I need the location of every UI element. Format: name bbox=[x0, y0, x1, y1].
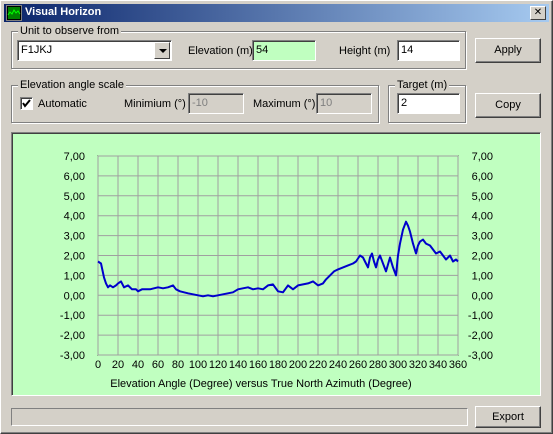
y-tick-label: -1,00 bbox=[60, 310, 85, 322]
x-tick-label: 80 bbox=[172, 359, 184, 371]
x-tick-label: 0 bbox=[95, 359, 101, 371]
horizon-chart-panel: 7,00 6,00 5,00 4,00 3,00 2,00 1,00 0,00 -1,00 -2,… bbox=[11, 132, 541, 396]
x-tick-label: 260 bbox=[349, 359, 367, 371]
close-button[interactable]: ✕ bbox=[530, 6, 546, 20]
y-tick-label: -2,00 bbox=[468, 330, 493, 342]
x-tick-label: 140 bbox=[229, 359, 247, 371]
maximum-field[interactable]: 10 bbox=[316, 93, 372, 114]
y-tick-label: 7,00 bbox=[472, 151, 493, 163]
x-tick-label: 100 bbox=[189, 359, 207, 371]
y-tick-label: 2,00 bbox=[64, 251, 85, 263]
elevation-label: Elevation (m) bbox=[188, 45, 253, 57]
horizon-chart: 7,00 6,00 5,00 4,00 3,00 2,00 1,00 0,00 -1,00 -2,… bbox=[60, 151, 493, 390]
y-tick-label: 0,00 bbox=[472, 290, 493, 302]
x-tick-label: 360 bbox=[449, 359, 467, 371]
x-tick-label: 120 bbox=[209, 359, 227, 371]
x-tick-label: 300 bbox=[389, 359, 407, 371]
x-tick-label: 180 bbox=[269, 359, 287, 371]
unit-select[interactable]: F1JKJ bbox=[17, 40, 172, 61]
x-tick-label: 220 bbox=[309, 359, 327, 371]
unit-select-value: F1JKJ bbox=[21, 44, 53, 56]
y-tick-label: 1,00 bbox=[64, 270, 85, 282]
target-field[interactable]: 2 bbox=[397, 93, 460, 114]
title-bar[interactable]: Visual Horizon ✕ bbox=[4, 4, 549, 22]
x-tick-label: 160 bbox=[249, 359, 267, 371]
automatic-checkbox[interactable] bbox=[20, 97, 33, 110]
checkmark-icon bbox=[22, 99, 31, 108]
visual-horizon-window: Visual Horizon ✕ Unit to observe from F1… bbox=[0, 0, 553, 434]
y-tick-label: 5,00 bbox=[64, 191, 85, 203]
y-tick-label: 1,00 bbox=[472, 270, 493, 282]
chart-grid bbox=[97, 155, 459, 356]
y-tick-label: 0,00 bbox=[64, 290, 85, 302]
x-tick-label: 60 bbox=[152, 359, 164, 371]
y-tick-label: 6,00 bbox=[64, 171, 85, 183]
observe-group-legend: Unit to observe from bbox=[18, 24, 122, 38]
minimum-label: Minimium (°) bbox=[124, 98, 186, 110]
x-tick-label: 280 bbox=[369, 359, 387, 371]
apply-button[interactable]: Apply bbox=[475, 38, 541, 63]
automatic-label: Automatic bbox=[38, 98, 87, 110]
window-title: Visual Horizon bbox=[25, 6, 102, 18]
chevron-down-icon[interactable] bbox=[154, 42, 170, 59]
y-tick-label: 6,00 bbox=[472, 171, 493, 183]
x-tick-label: 40 bbox=[132, 359, 144, 371]
y-tick-label: -3,00 bbox=[60, 350, 85, 362]
y-tick-label: -1,00 bbox=[468, 310, 493, 322]
y-axis-right: 7,00 6,00 5,00 4,00 3,00 2,00 1,00 0,00 -1,00 -2,… bbox=[468, 151, 493, 362]
copy-button[interactable]: Copy bbox=[475, 93, 541, 118]
y-tick-label: 2,00 bbox=[472, 251, 493, 263]
waveform-icon bbox=[6, 5, 22, 21]
y-axis-left: 7,00 6,00 5,00 4,00 3,00 2,00 1,00 0,00 -1,00 -2,… bbox=[60, 151, 85, 362]
y-tick-label: 5,00 bbox=[472, 191, 493, 203]
x-tick-label: 340 bbox=[429, 359, 447, 371]
x-axis-label: Elevation Angle (Degree) versus True Nor… bbox=[110, 378, 411, 390]
y-tick-label: 3,00 bbox=[64, 231, 85, 243]
status-bar bbox=[11, 408, 468, 426]
y-tick-label: -3,00 bbox=[468, 350, 493, 362]
y-tick-label: 3,00 bbox=[472, 231, 493, 243]
minimum-field[interactable]: -10 bbox=[188, 93, 244, 114]
x-tick-label: 200 bbox=[289, 359, 307, 371]
x-tick-label: 320 bbox=[409, 359, 427, 371]
maximum-label: Maximum (°) bbox=[253, 98, 316, 110]
export-button[interactable]: Export bbox=[475, 406, 541, 428]
height-label: Height (m) bbox=[339, 45, 391, 57]
x-axis: 0 20 40 60 80 100 120 140 160 180 200 220 240 260 280 3… bbox=[95, 359, 467, 371]
x-tick-label: 20 bbox=[112, 359, 124, 371]
y-tick-label: 7,00 bbox=[64, 151, 85, 163]
y-tick-label: 4,00 bbox=[472, 211, 493, 223]
target-group-legend: Target (m) bbox=[395, 78, 450, 92]
x-tick-label: 240 bbox=[329, 359, 347, 371]
height-field[interactable]: 14 bbox=[397, 40, 460, 61]
y-tick-label: -2,00 bbox=[60, 330, 85, 342]
scale-group-legend: Elevation angle scale bbox=[18, 78, 126, 92]
y-tick-label: 4,00 bbox=[64, 211, 85, 223]
elevation-field[interactable]: 54 bbox=[252, 40, 316, 61]
